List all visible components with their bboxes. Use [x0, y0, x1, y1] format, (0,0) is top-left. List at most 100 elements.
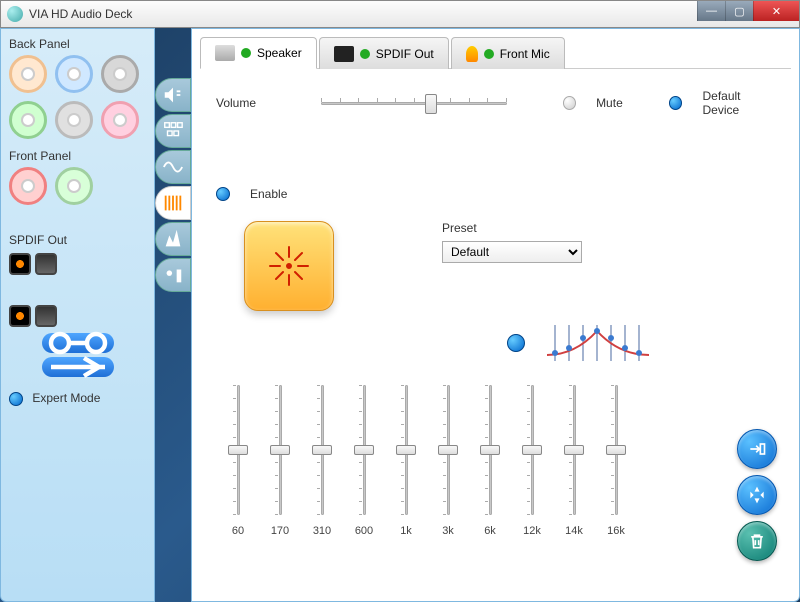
eq-slider-thumb[interactable]: [564, 445, 584, 455]
eq-band-label: 600: [355, 525, 373, 537]
eq-band-slider[interactable]: 170: [270, 385, 290, 537]
enable-radio-icon[interactable]: [216, 187, 230, 201]
spdif-coax-icon: [35, 253, 57, 275]
spdif-ports-1[interactable]: [9, 253, 146, 275]
expert-mode-toggle[interactable]: Expert Mode: [9, 391, 146, 406]
nav-bass[interactable]: [155, 150, 191, 184]
eq-slider-thumb[interactable]: [396, 445, 416, 455]
eq-slider-thumb[interactable]: [606, 445, 626, 455]
check-icon: [241, 48, 251, 58]
check-icon: [484, 49, 494, 59]
eq-slider-thumb[interactable]: [438, 445, 458, 455]
equalizer-icon: [244, 221, 334, 311]
eq-band-label: 12k: [523, 525, 541, 537]
eq-band-label: 14k: [565, 525, 583, 537]
eq-band-label: 60: [232, 525, 244, 537]
curve-toggle-icon[interactable]: [507, 334, 525, 352]
eq-band-label: 1k: [400, 525, 412, 537]
jack-mic[interactable]: [101, 101, 139, 139]
expert-mode-label: Expert Mode: [32, 391, 100, 405]
eq-slider-thumb[interactable]: [312, 445, 332, 455]
eq-slider-thumb[interactable]: [270, 445, 290, 455]
tab-label: SPDIF Out: [376, 47, 434, 61]
eq-band-sliders: 60 170 310 600 1k 3k: [216, 385, 775, 537]
delete-preset-button[interactable]: [737, 521, 777, 561]
tab-label: Front Mic: [500, 47, 550, 61]
eq-slider-thumb[interactable]: [522, 445, 542, 455]
mute-radio-icon[interactable]: [563, 96, 576, 110]
reset-preset-button[interactable]: [737, 475, 777, 515]
jack-front-hp[interactable]: [55, 167, 93, 205]
volume-label: Volume: [216, 96, 256, 110]
preset-select[interactable]: Default: [442, 241, 582, 263]
front-panel-jacks: [9, 167, 146, 205]
nav-room-correction[interactable]: [155, 258, 191, 292]
spdif-ports-2[interactable]: [9, 305, 146, 327]
tab-spdif-out[interactable]: SPDIF Out: [319, 37, 449, 69]
nav-environment[interactable]: [155, 222, 191, 256]
advanced-options-button[interactable]: [42, 357, 114, 377]
default-device-label: Default Device: [702, 89, 775, 117]
jack-side[interactable]: [55, 101, 93, 139]
nav-equalizer[interactable]: [155, 186, 191, 220]
feature-nav: [155, 28, 191, 602]
eq-slider-thumb[interactable]: [354, 445, 374, 455]
jack-center-sub[interactable]: [9, 55, 47, 93]
maximize-button[interactable]: ▢: [725, 1, 753, 21]
eq-band-label: 170: [271, 525, 289, 537]
spdif-optical-icon: [9, 253, 31, 275]
eq-band-slider[interactable]: 1k: [396, 385, 416, 537]
eq-band-label: 6k: [484, 525, 496, 537]
eq-slider-thumb[interactable]: [480, 445, 500, 455]
eq-curve-icon: [545, 321, 655, 365]
device-tabs: Speaker SPDIF Out Front Mic: [200, 37, 791, 69]
preset-label: Preset: [442, 221, 582, 235]
nav-volume[interactable]: [155, 78, 191, 112]
spdif-icon: [334, 46, 354, 62]
check-icon: [360, 49, 370, 59]
eq-band-slider[interactable]: 12k: [522, 385, 542, 537]
tab-label: Speaker: [257, 46, 302, 60]
default-device-radio-icon[interactable]: [669, 96, 682, 110]
eq-band-slider[interactable]: 14k: [564, 385, 584, 537]
eq-band-label: 16k: [607, 525, 625, 537]
jack-front-mic[interactable]: [9, 167, 47, 205]
window-titlebar: VIA HD Audio Deck — ▢ ✕: [0, 0, 800, 28]
back-panel-jacks: [9, 55, 146, 139]
expert-mode-radio-icon: [9, 392, 23, 406]
eq-action-buttons: [737, 429, 777, 561]
eq-band-label: 310: [313, 525, 331, 537]
enable-label: Enable: [250, 187, 287, 201]
speaker-icon: [215, 45, 235, 61]
jack-line-out[interactable]: [9, 101, 47, 139]
volume-slider[interactable]: [321, 94, 507, 112]
window-title: VIA HD Audio Deck: [29, 7, 132, 21]
back-panel-heading: Back Panel: [9, 37, 146, 51]
eq-slider-thumb[interactable]: [228, 445, 248, 455]
volume-slider-thumb[interactable]: [425, 94, 437, 114]
jack-rear[interactable]: [101, 55, 139, 93]
mute-label: Mute: [596, 96, 623, 110]
main-panel: Speaker SPDIF Out Front Mic Volume: [191, 28, 800, 602]
close-button[interactable]: ✕: [753, 1, 799, 21]
eq-band-label: 3k: [442, 525, 454, 537]
tab-front-mic[interactable]: Front Mic: [451, 37, 565, 69]
app-icon: [7, 6, 23, 22]
nav-speaker-config[interactable]: [155, 114, 191, 148]
front-panel-heading: Front Panel: [9, 149, 146, 163]
eq-band-slider[interactable]: 310: [312, 385, 332, 537]
eq-band-slider[interactable]: 60: [228, 385, 248, 537]
eq-band-slider[interactable]: 16k: [606, 385, 626, 537]
tab-speaker[interactable]: Speaker: [200, 37, 317, 69]
minimize-button[interactable]: —: [697, 1, 725, 21]
save-preset-button[interactable]: [737, 429, 777, 469]
mic-icon: [466, 46, 478, 62]
device-sidebar: Back Panel Front Panel SPDIF Out: [0, 28, 155, 602]
eq-band-slider[interactable]: 6k: [480, 385, 500, 537]
eq-band-slider[interactable]: 600: [354, 385, 374, 537]
spdif-coax-icon: [35, 305, 57, 327]
eq-band-slider[interactable]: 3k: [438, 385, 458, 537]
jack-line-in[interactable]: [55, 55, 93, 93]
spdif-heading: SPDIF Out: [9, 233, 146, 247]
spdif-optical-icon: [9, 305, 31, 327]
